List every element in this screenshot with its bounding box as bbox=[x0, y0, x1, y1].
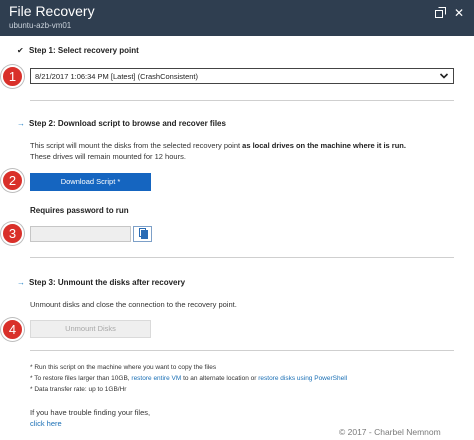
note-text: to an alternate location or bbox=[181, 375, 259, 382]
download-script-button[interactable]: Download Script * bbox=[30, 173, 151, 191]
annotation-badge: 2 bbox=[1, 169, 24, 192]
unmount-disks-button: Unmount Disks bbox=[30, 320, 151, 338]
note-line: * Run this script on the machine where y… bbox=[30, 364, 217, 371]
note-line: * Data transfer rate: up to 1GB/Hr bbox=[30, 386, 127, 393]
step2-desc-bold: as local drives on the machine where it … bbox=[242, 141, 406, 150]
help-text: If you have trouble finding your files, bbox=[30, 408, 151, 417]
title-bar: File Recovery ubuntu-azb-vm01 ✕ bbox=[0, 0, 474, 36]
restore-disks-powershell-link[interactable]: restore disks using PowerShell bbox=[258, 375, 347, 382]
step2-heading-text: Step 2: Download script to browse and re… bbox=[29, 119, 226, 128]
arrow-right-icon: → bbox=[17, 278, 25, 287]
annotation-badge: 1 bbox=[1, 65, 24, 88]
step2-heading: → Step 2: Download script to browse and r… bbox=[17, 119, 226, 128]
password-label: Requires password to run bbox=[30, 206, 129, 215]
divider bbox=[30, 350, 454, 351]
password-field[interactable] bbox=[30, 226, 131, 242]
step2-desc-text-2: These drives will remain mounted for 12 … bbox=[30, 152, 186, 161]
chevron-down-icon bbox=[439, 73, 449, 79]
recovery-point-dropdown[interactable]: 8/21/2017 1:06:34 PM [Latest] (CrashCons… bbox=[30, 68, 454, 84]
window-subtitle: ubuntu-azb-vm01 bbox=[9, 21, 72, 30]
divider bbox=[30, 100, 454, 101]
step3-heading-text: Step 3: Unmount the disks after recovery bbox=[29, 278, 186, 287]
recovery-point-value: 8/21/2017 1:06:34 PM [Latest] (CrashCons… bbox=[35, 72, 199, 81]
step3-description: Unmount disks and close the connection t… bbox=[30, 300, 237, 309]
annotation-badge: 4 bbox=[1, 318, 24, 341]
popout-icon[interactable] bbox=[434, 7, 446, 21]
note-line: * To restore files larger than 10GB, res… bbox=[30, 373, 347, 384]
checkmark-icon: ✔ bbox=[17, 46, 24, 55]
restore-entire-vm-link[interactable]: restore entire VM bbox=[131, 375, 181, 382]
copy-button[interactable] bbox=[133, 226, 152, 242]
note-text: * To restore files larger than 10GB, bbox=[30, 375, 132, 382]
click-here-link[interactable]: click here bbox=[30, 418, 150, 429]
watermark: © 2017 - Charbel Nemnom bbox=[339, 427, 441, 437]
step3-heading: → Step 3: Unmount the disks after recover… bbox=[17, 278, 185, 287]
recovery-panel: ✔ Step 1: Select recovery point 8/21/2017… bbox=[0, 36, 474, 440]
divider bbox=[30, 257, 454, 258]
copy-icon bbox=[139, 228, 148, 239]
annotation-badge: 3 bbox=[1, 222, 24, 245]
step2-desc-text: This script will mount the disks from th… bbox=[30, 141, 243, 150]
step2-description: This script will mount the disks from th… bbox=[30, 140, 460, 162]
arrow-right-icon: → bbox=[17, 119, 25, 128]
notes: * Run this script on the machine where y… bbox=[30, 362, 347, 395]
step1-heading-text: Step 1: Select recovery point bbox=[29, 46, 139, 55]
close-icon[interactable]: ✕ bbox=[453, 6, 465, 20]
help-section: If you have trouble finding your files, … bbox=[30, 407, 150, 429]
window-title: File Recovery bbox=[9, 3, 95, 19]
step1-heading: ✔ Step 1: Select recovery point bbox=[17, 46, 139, 55]
